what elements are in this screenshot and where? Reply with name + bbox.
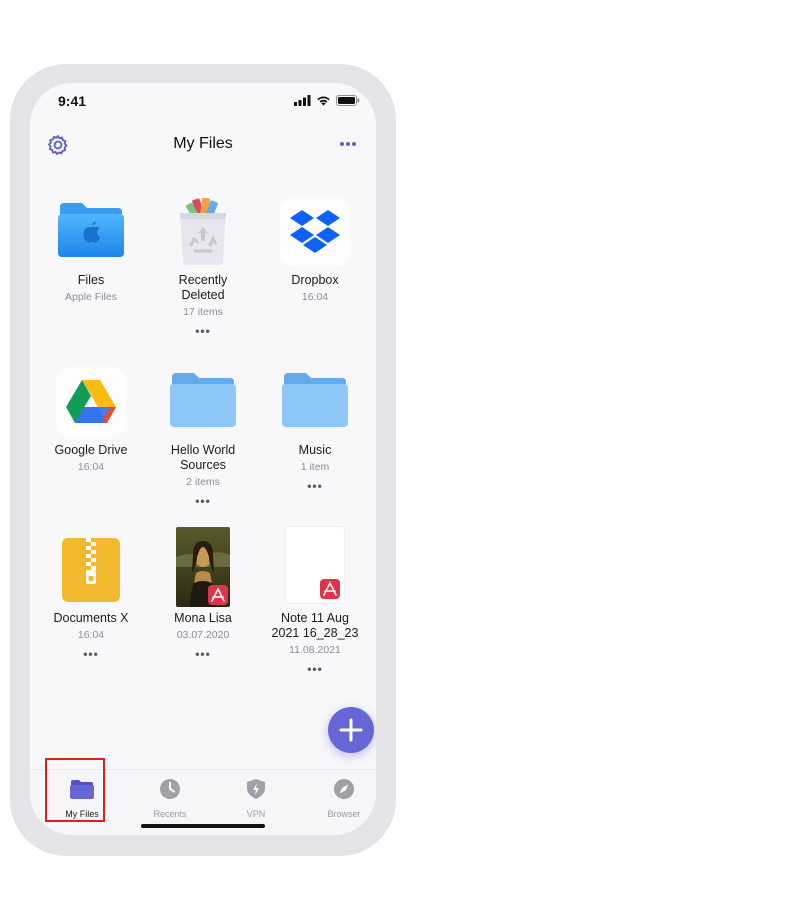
tab-vpn[interactable]: VPN bbox=[220, 778, 292, 819]
phone-frame: 9:41 My Files Files Apple Files Recently… bbox=[10, 64, 396, 856]
status-time: 9:41 bbox=[58, 93, 87, 109]
item-meta: 17 items bbox=[183, 306, 223, 318]
tab-label: Recents bbox=[153, 809, 187, 819]
nav-bar: My Files bbox=[30, 123, 376, 169]
grid-item-recently-deleted[interactable]: Recently Deleted 17 items ••• bbox=[147, 197, 259, 337]
item-name: Music bbox=[298, 443, 332, 457]
zip-archive-icon bbox=[56, 535, 126, 605]
status-icons bbox=[294, 95, 360, 106]
apple-files-folder-icon bbox=[56, 197, 126, 267]
item-more-button[interactable]: ••• bbox=[147, 495, 259, 507]
battery-icon bbox=[336, 95, 360, 106]
dropbox-icon bbox=[280, 197, 350, 267]
item-more-button[interactable]: ••• bbox=[147, 325, 259, 337]
highlight-annotation bbox=[45, 758, 105, 822]
grid-item-note[interactable]: Note 11 Aug 2021 16_28_23 11.08.2021 ••• bbox=[259, 527, 371, 675]
more-options-button[interactable] bbox=[334, 131, 362, 157]
item-meta: Apple Files bbox=[65, 291, 117, 303]
item-name: Mona Lisa bbox=[174, 611, 232, 625]
grid-item-music[interactable]: Music 1 item ••• bbox=[259, 367, 371, 492]
item-name: Files bbox=[77, 273, 105, 287]
item-name: Dropbox bbox=[291, 273, 339, 287]
home-indicator bbox=[141, 824, 265, 828]
clock-icon bbox=[160, 779, 180, 799]
wifi-icon bbox=[317, 96, 330, 106]
add-button[interactable] bbox=[328, 707, 374, 753]
tab-label: VPN bbox=[246, 809, 266, 819]
grid-item-dropbox[interactable]: Dropbox 16:04 bbox=[259, 197, 371, 305]
item-more-button[interactable]: ••• bbox=[147, 648, 259, 660]
item-meta: 11.08.2021 bbox=[289, 644, 341, 656]
grid-item-hello-world-sources[interactable]: Hello World Sources 2 items ••• bbox=[147, 367, 259, 507]
plus-icon bbox=[339, 718, 363, 742]
grid-item-documents-x[interactable]: Documents X 16:04 ••• bbox=[35, 535, 147, 660]
item-name: Recently Deleted bbox=[178, 273, 228, 302]
grid-item-google-drive[interactable]: Google Drive 16:04 bbox=[35, 367, 147, 475]
ellipsis-icon bbox=[340, 142, 356, 146]
item-meta: 2 items bbox=[186, 476, 220, 488]
cellular-signal-icon bbox=[294, 95, 311, 106]
item-meta: 16:04 bbox=[77, 461, 105, 473]
app-screen: 9:41 My Files Files Apple Files Recently… bbox=[30, 83, 376, 835]
page-title: My Files bbox=[173, 135, 233, 152]
compass-icon bbox=[334, 779, 354, 799]
item-more-button[interactable]: ••• bbox=[259, 480, 371, 492]
grid-item-mona-lisa[interactable]: Mona Lisa 03.07.2020 ••• bbox=[147, 527, 259, 660]
folder-icon bbox=[280, 367, 350, 437]
item-more-button[interactable]: ••• bbox=[35, 648, 147, 660]
item-more-button[interactable]: ••• bbox=[259, 663, 371, 675]
item-meta: 16:04 bbox=[77, 629, 105, 641]
trash-icon bbox=[168, 197, 238, 267]
folder-icon bbox=[168, 367, 238, 437]
item-meta: 16:04 bbox=[301, 291, 329, 303]
shield-icon bbox=[247, 779, 265, 799]
item-name: Documents X bbox=[53, 611, 129, 625]
grid-item-files[interactable]: Files Apple Files bbox=[35, 197, 147, 305]
tab-label: Browser bbox=[327, 809, 361, 819]
image-pdf-icon bbox=[176, 527, 230, 607]
item-meta: 03.07.2020 bbox=[176, 629, 230, 641]
item-name: Hello World Sources bbox=[170, 443, 236, 472]
item-name: Note 11 Aug 2021 16_28_23 bbox=[271, 611, 359, 640]
google-drive-icon bbox=[56, 367, 126, 437]
tab-recents[interactable]: Recents bbox=[134, 778, 206, 819]
item-name: Google Drive bbox=[54, 443, 128, 457]
tab-browser[interactable]: Browser bbox=[308, 778, 376, 819]
item-meta: 1 item bbox=[300, 461, 330, 473]
pdf-document-icon bbox=[286, 527, 344, 603]
status-bar: 9:41 bbox=[30, 83, 376, 123]
